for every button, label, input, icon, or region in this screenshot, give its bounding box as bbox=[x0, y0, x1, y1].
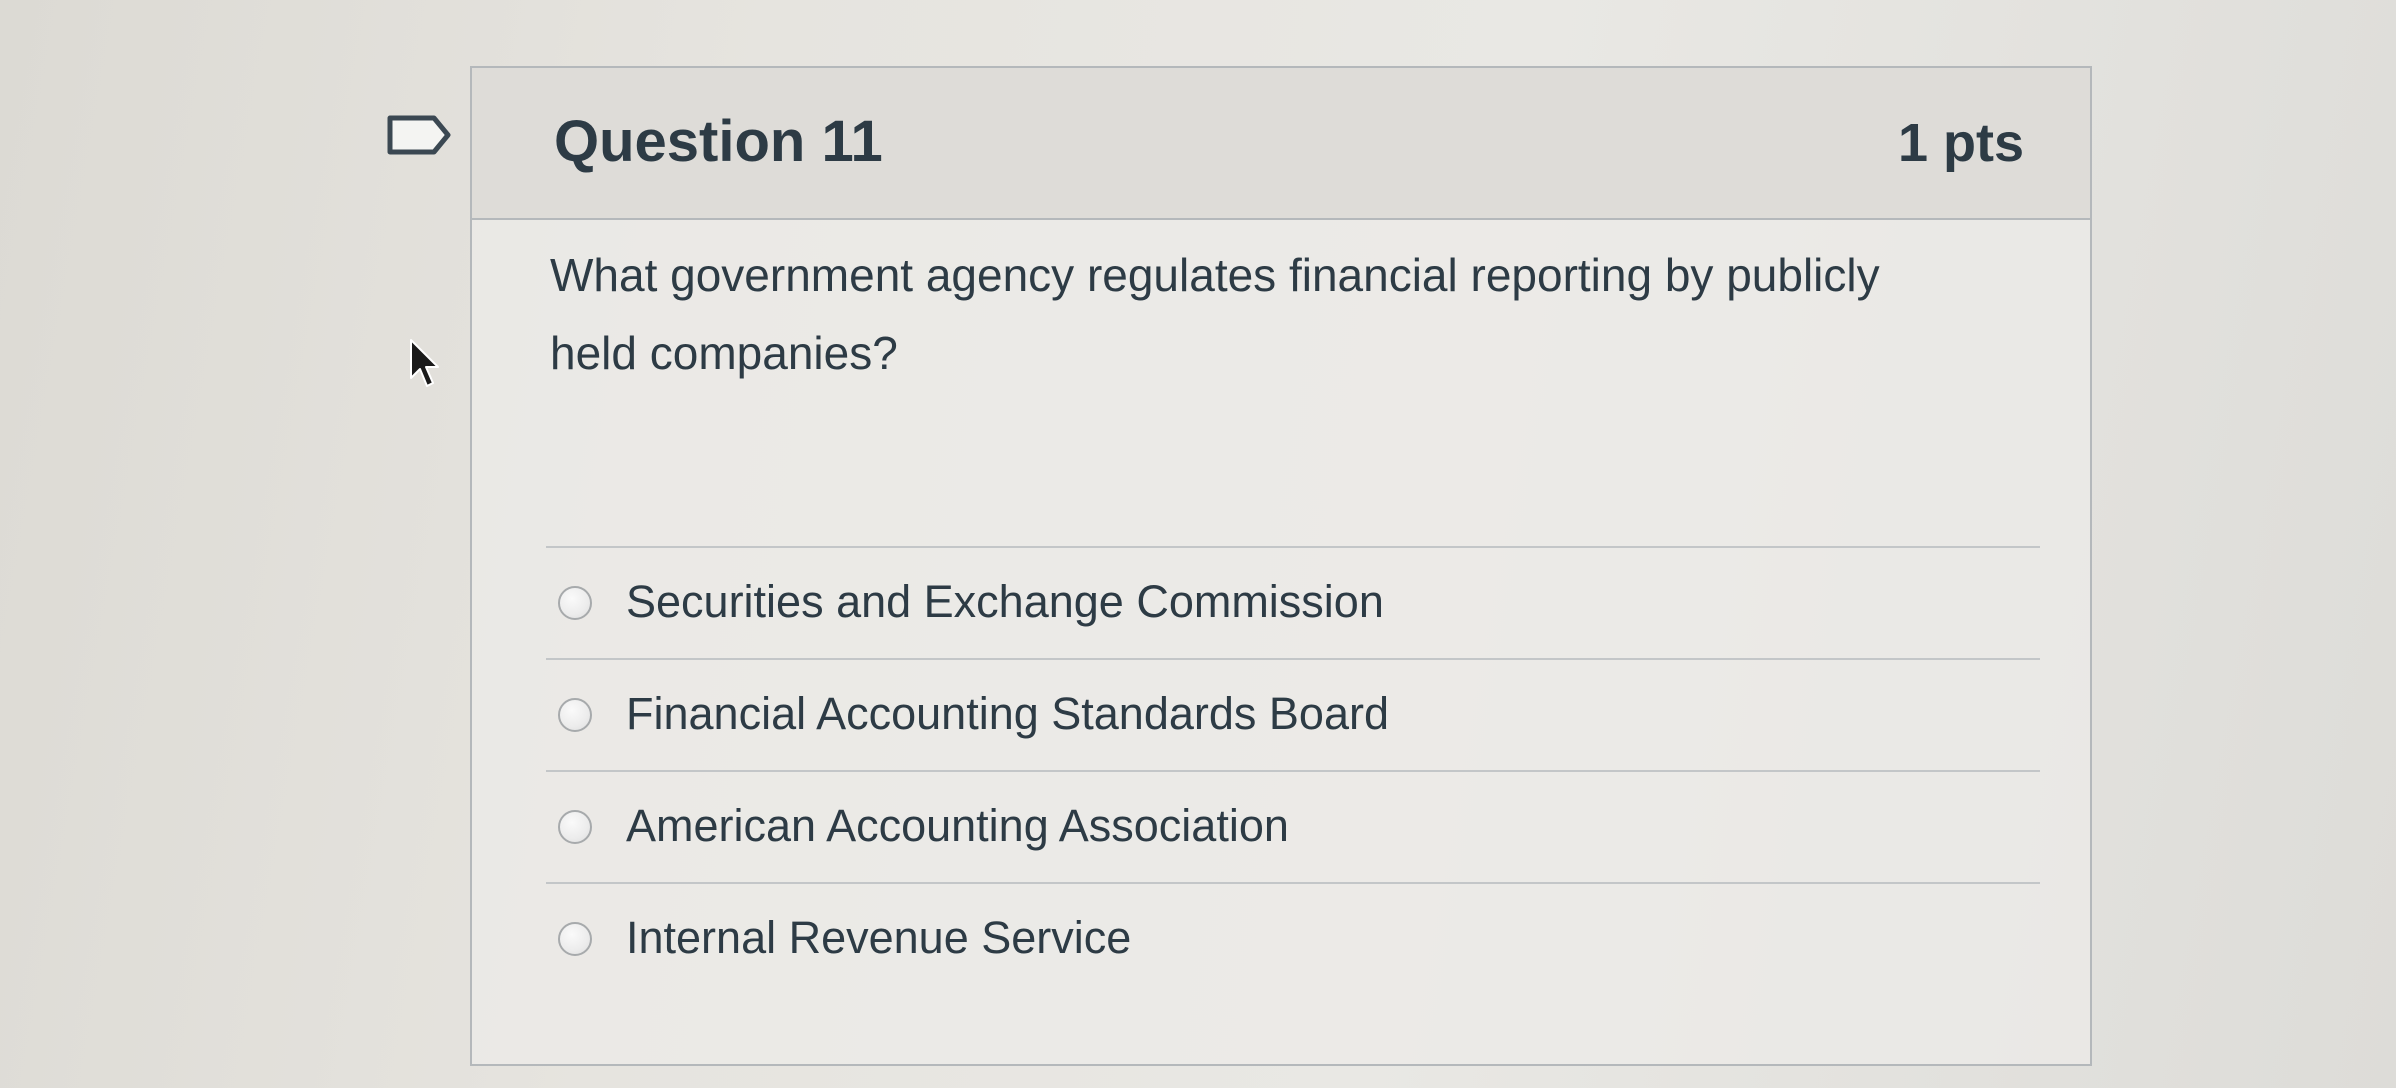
radio-button-icon[interactable] bbox=[558, 922, 592, 956]
radio-button-icon[interactable] bbox=[558, 810, 592, 844]
question-title: Question 11 bbox=[554, 109, 883, 174]
answer-option[interactable]: Securities and Exchange Commission bbox=[546, 546, 2040, 658]
answers-list: Securities and Exchange Commission Finan… bbox=[546, 546, 2040, 994]
radio-button-icon[interactable] bbox=[558, 586, 592, 620]
answer-option[interactable]: Financial Accounting Standards Board bbox=[546, 658, 2040, 770]
answer-label[interactable]: Securities and Exchange Commission bbox=[626, 576, 1384, 628]
answer-option[interactable]: Internal Revenue Service bbox=[546, 882, 2040, 994]
answer-label[interactable]: Internal Revenue Service bbox=[626, 912, 1131, 964]
answer-option[interactable]: American Accounting Association bbox=[546, 770, 2040, 882]
question-header: Question 11 1 pts bbox=[472, 68, 2090, 220]
answer-label[interactable]: Financial Accounting Standards Board bbox=[626, 688, 1389, 740]
question-points: 1 pts bbox=[1897, 113, 2024, 173]
question-card: Question 11 1 pts What government agency… bbox=[470, 66, 2092, 1066]
mouse-cursor-icon bbox=[410, 339, 439, 387]
question-text: What government agency regulates financi… bbox=[550, 249, 1880, 379]
answer-label[interactable]: American Accounting Association bbox=[626, 800, 1289, 852]
radio-button-icon[interactable] bbox=[558, 698, 592, 732]
bookmark-flag-icon[interactable] bbox=[386, 114, 452, 156]
